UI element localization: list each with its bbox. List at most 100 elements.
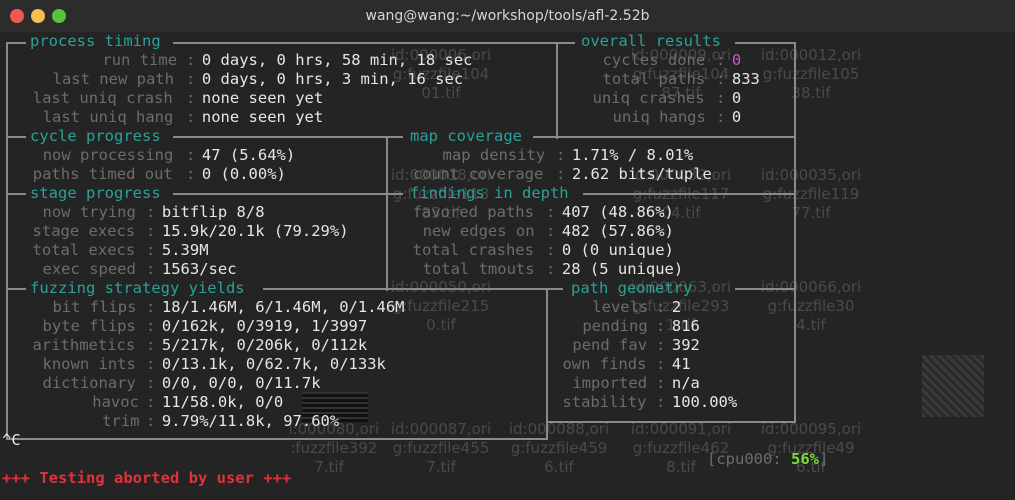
separator: : [655,374,666,392]
interrupt-signal: ^C [2,431,21,449]
stage-execs-value: 15.9k/20.1k (79.29%) [161,222,349,240]
separator: : [145,298,156,316]
total-crashes-label: total crashes [412,241,534,259]
separator: : [715,89,726,107]
now-processing-label: now processing [42,146,174,164]
separator: : [715,108,726,126]
count-coverage-label: count coverage [412,165,544,183]
now-processing-value: 47 (5.64%) [201,146,296,164]
section-map-coverage: map coverage [410,127,522,145]
maximize-button[interactable] [52,9,66,23]
now-trying-label: now trying [42,203,136,221]
terminal-window[interactable]: wang@wang:~/workshop/tools/afl-2.52b id:… [0,0,1015,500]
separator: : [185,70,196,88]
paths-timed-out-value: 0 (0.00%) [201,165,286,183]
section-findings-in-depth: findings in depth [410,184,569,202]
levels-value: 2 [671,298,682,316]
known-ints-value: 0/13.1k, 0/62.7k, 0/133k [161,355,386,373]
exec-speed-label: exec speed [42,260,136,278]
new-edges-on-value: 482 (57.86%) [561,222,674,240]
window-title: wang@wang:~/workshop/tools/afl-2.52b [365,8,650,24]
section-cycle-progress: cycle progress [30,127,161,145]
separator: : [545,241,556,259]
uniq-crashes-label: uniq crashes [592,89,705,107]
separator: : [185,108,196,126]
total-paths-label: total paths [602,70,706,88]
uniq-hangs-label: uniq hangs [612,108,706,126]
last-new-path-value: 0 days, 0 hrs, 3 min, 16 sec [201,70,464,88]
title-bar[interactable]: wang@wang:~/workshop/tools/afl-2.52b [0,0,1015,32]
separator: : [145,260,156,278]
favored-paths-value: 407 (48.86%) [561,203,674,221]
separator: : [655,298,666,316]
total-execs-value: 5.39M [161,241,209,259]
separator: : [145,393,156,411]
own-finds-value: 41 [671,355,691,373]
cpu-indicator: [cpu000: 56%] [707,450,829,468]
map-density-label: map density [442,146,546,164]
total-tmouts-value: 28 (5 unique) [561,260,684,278]
exec-speed-value: 1563/sec [161,260,237,278]
bit-flips-label: bit flips [52,298,137,316]
section-fuzzing-strategy-yields: fuzzing strategy yields [30,279,245,297]
separator: : [655,355,666,373]
separator: : [185,165,196,183]
separator: : [145,317,156,335]
cycles-done-label: cycles done [602,51,706,69]
pending-label: pending [582,317,648,335]
separator: : [185,89,196,107]
separator: : [555,146,566,164]
separator: : [145,336,156,354]
separator: : [655,393,666,411]
separator: : [145,412,156,430]
havoc-label: havoc [92,393,139,411]
pending-value: 816 [671,317,700,335]
levels-label: levels [592,298,649,316]
section-process-timing: process timing [30,32,161,50]
imported-label: imported [572,374,648,392]
new-edges-on-label: new edges on [422,222,535,240]
favored-paths-label: favored paths [412,203,534,221]
separator: : [185,51,196,69]
last-new-path-label: last new path [52,70,174,88]
separator: : [145,355,156,373]
run-time-label: run time [102,51,178,69]
pend-fav-value: 392 [671,336,700,354]
stage-execs-label: stage execs [32,222,136,240]
trim-label: trim [102,412,140,430]
terminal-content[interactable]: process timing overall results cycle pro… [0,32,1015,500]
run-time-value: 0 days, 0 hrs, 58 min, 18 sec [201,51,473,69]
last-uniq-crash-label: last uniq crash [32,89,173,107]
paths-timed-out-label: paths timed out [32,165,173,183]
last-uniq-hang-label: last uniq hang [42,108,174,126]
map-density-value: 1.71% / 8.01% [571,146,694,164]
close-button[interactable] [10,9,24,23]
last-uniq-crash-value: none seen yet [201,89,324,107]
separator: : [555,165,566,183]
separator: : [145,241,156,259]
arithmetics-label: arithmetics [32,336,136,354]
last-uniq-hang-value: none seen yet [201,108,324,126]
dictionary-label: dictionary [42,374,136,392]
havoc-value: 11/58.0k, 0/0 [161,393,284,411]
bit-flips-value: 18/1.46M, 6/1.46M, 0/1.46M [161,298,405,316]
known-ints-label: known ints [42,355,136,373]
count-coverage-value: 2.62 bits/tuple [571,165,712,183]
uniq-hangs-value: 0 [731,108,742,126]
arithmetics-value: 5/217k, 0/206k, 0/112k [161,336,368,354]
section-stage-progress: stage progress [30,184,161,202]
minimize-button[interactable] [31,9,45,23]
pend-fav-label: pend fav [572,336,648,354]
stability-label: stability [562,393,647,411]
abort-message: +++ Testing aborted by user +++ [2,469,292,487]
dictionary-value: 0/0, 0/0, 0/11.7k [161,374,321,392]
separator: : [545,203,556,221]
separator: : [545,260,556,278]
separator: : [545,222,556,240]
separator: : [715,51,726,69]
byte-flips-value: 0/162k, 0/3919, 1/3997 [161,317,368,335]
total-crashes-value: 0 (0 unique) [561,241,674,259]
separator: : [145,222,156,240]
separator: : [715,70,726,88]
separator: : [145,203,156,221]
